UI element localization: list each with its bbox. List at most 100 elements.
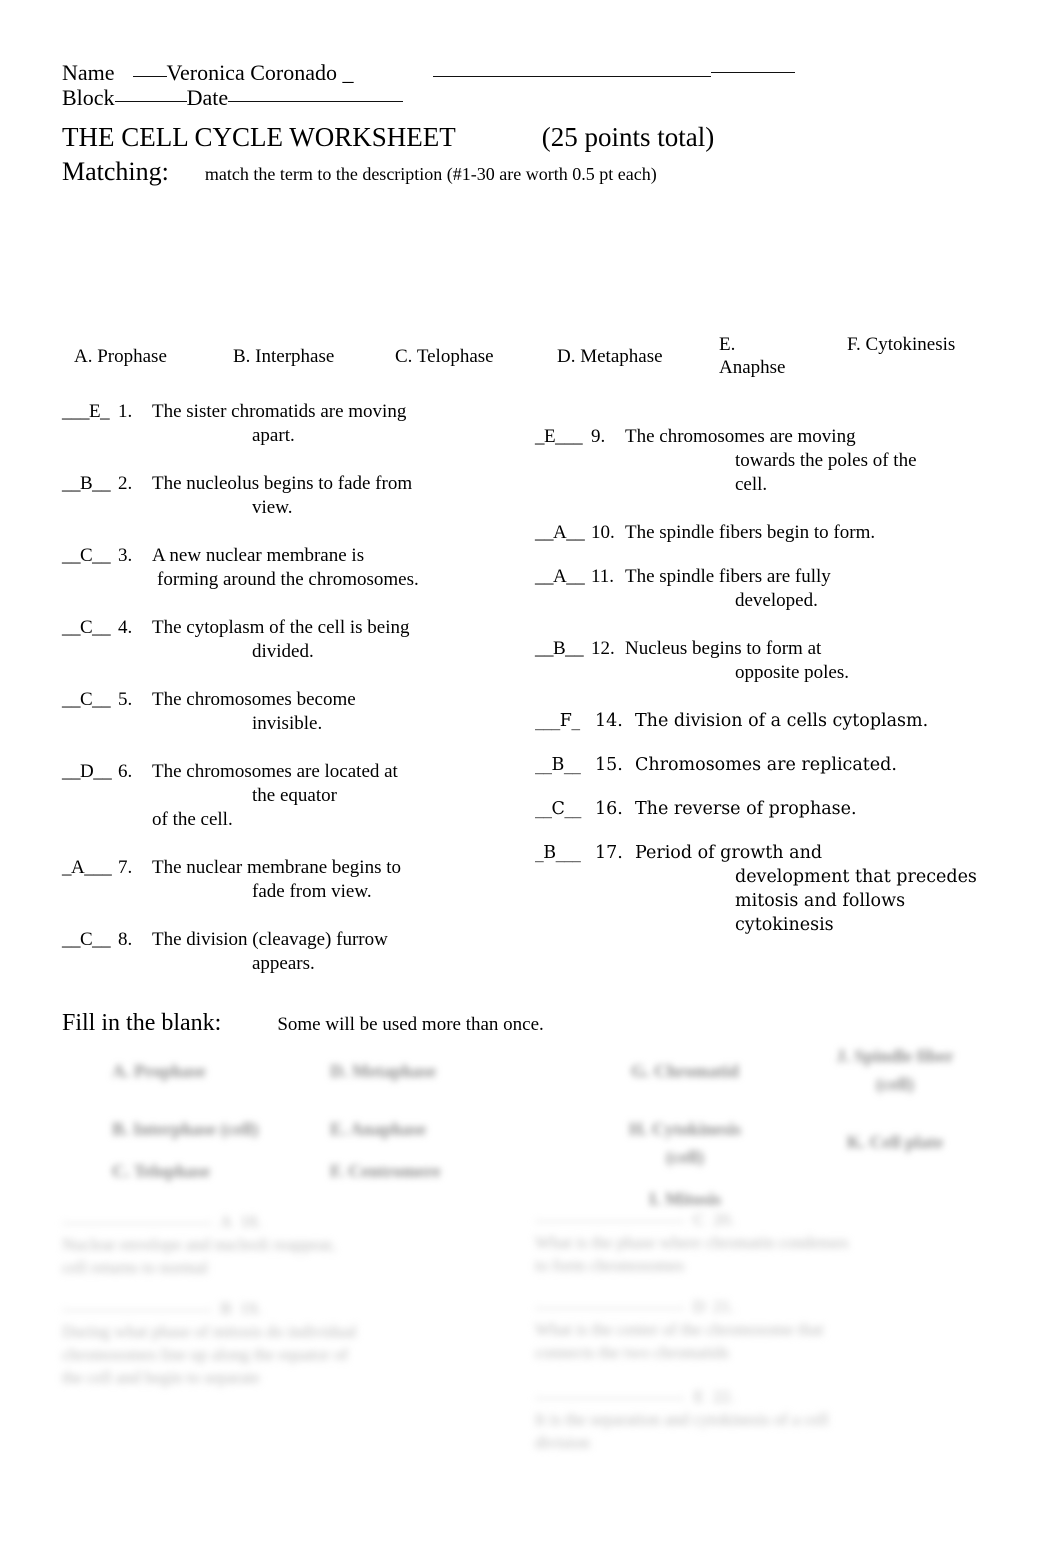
- item-text: The spindle fibers are fully: [625, 566, 831, 587]
- item-text-cont: cell.: [735, 474, 768, 495]
- item-text-cont: invisible.: [252, 713, 323, 734]
- fill-in-blank-answer[interactable]: D: [685, 1295, 713, 1318]
- item-text: The sister chromatids are moving: [152, 401, 407, 422]
- item-text-cont: apart.: [252, 425, 295, 446]
- item-number: 19.: [240, 1299, 262, 1318]
- name-blank-short[interactable]: [711, 72, 796, 73]
- matching-item-line: ___E_ 1. The sister chromatids are moving: [62, 400, 502, 424]
- item-text: During what phase of mitosis do individu…: [62, 1322, 357, 1387]
- fill-in-blank-answer[interactable]: B: [212, 1297, 240, 1320]
- item-number: 4.: [118, 617, 133, 638]
- answer-blank[interactable]: __D__: [62, 760, 118, 784]
- name-label: Name: [62, 60, 115, 85]
- item-number: 7.: [118, 857, 133, 878]
- item-number: 3.: [118, 545, 133, 566]
- name-blank-long[interactable]: [433, 76, 712, 77]
- item-text-cont: opposite poles.: [735, 662, 849, 683]
- matching-item-line: __C__ 4. The cytoplasm of the cell is bein…: [62, 616, 502, 640]
- date-blank[interactable]: [228, 101, 404, 102]
- answer-blank[interactable]: _B___: [535, 841, 595, 865]
- word-bank-column-2: D. Metaphase E. Anaphase F. Centromere: [330, 1057, 530, 1185]
- answer-blank[interactable]: _E___: [535, 425, 591, 449]
- item-number: 11.: [591, 566, 615, 587]
- name-value[interactable]: Veronica Coronado: [167, 60, 337, 85]
- word-bank-entry: B. Interphase (cell): [112, 1119, 259, 1139]
- matching-option-e: E. Anaphse: [719, 334, 786, 378]
- item-text: The reverse of prophase.: [635, 799, 857, 819]
- answer-blank[interactable]: ___F_: [535, 709, 595, 733]
- item-text: The cytoplasm of the cell is being: [152, 617, 410, 638]
- answer-blank[interactable]: ___E_: [62, 400, 118, 424]
- answer-blank[interactable]: __C__: [62, 544, 118, 568]
- matching-label: Matching:: [62, 157, 169, 186]
- matching-item: __B__ 12. Nucleus begins to form at opposi…: [535, 637, 985, 685]
- answer-blank[interactable]: __C__: [62, 616, 118, 640]
- fill-in-blank-answer-line[interactable]: [62, 1223, 212, 1224]
- fill-in-blank-answer[interactable]: A: [212, 1210, 240, 1233]
- fill-in-blank-answer-line[interactable]: [535, 1221, 685, 1222]
- answer-blank[interactable]: __A__: [535, 565, 591, 589]
- word-bank-entry-cont: (cell): [876, 1074, 914, 1094]
- answer-blank[interactable]: __B__: [535, 637, 591, 661]
- item-number: 1.: [118, 401, 133, 422]
- item-text: Period of growth and: [635, 843, 823, 863]
- matching-item: _B___ 17. Period of growth and development…: [535, 841, 985, 937]
- item-number: 6.: [118, 761, 133, 782]
- answer-blank[interactable]: __B__: [535, 753, 595, 777]
- page-title: THE CELL CYCLE WORKSHEET: [62, 122, 456, 152]
- matching-item-line: ___F_ 14. The division of a cells cytoplas…: [535, 709, 985, 733]
- word-bank-column-1: A. Prophase B. Interphase (cell) C. Telo…: [112, 1057, 292, 1185]
- fill-in-blank-answer-line[interactable]: [535, 1398, 685, 1399]
- matching-option-f: F. Cytokinesis: [847, 334, 956, 355]
- matching-item: __C__ 8. The division (cleavage) furrow ap…: [62, 928, 502, 976]
- answer-blank[interactable]: _A___: [62, 856, 118, 880]
- fill-in-blank-heading-row: Fill in the blank: Some will be used more…: [62, 1010, 544, 1037]
- item-text-cont: development that precedes: [735, 867, 977, 887]
- matching-item: __A__ 11. The spindle fibers are fully dev…: [535, 565, 985, 613]
- matching-item-line: __A__ 10. The spindle fibers begin to form…: [535, 521, 985, 545]
- answer-blank[interactable]: __C__: [535, 797, 595, 821]
- item-number: 17.: [595, 843, 623, 863]
- matching-item-line: __C__ 5. The chromosomes become: [62, 688, 502, 712]
- matching-item: __C__ 3. A new nuclear membrane is forming…: [62, 544, 502, 592]
- name-prefix-rule: [132, 76, 167, 77]
- matching-item: _E___ 9. The chromosomes are moving toward…: [535, 425, 985, 497]
- item-text-cont: appears.: [252, 953, 315, 974]
- matching-item-line: _A___ 7. The nuclear membrane begins to: [62, 856, 502, 880]
- fill-in-blank-item: D 21. What is the center of the chromosome…: [535, 1295, 1000, 1364]
- item-text: A new nuclear membrane is: [152, 545, 365, 566]
- answer-blank[interactable]: __C__: [62, 688, 118, 712]
- word-bank-entry-cont: (cell): [666, 1147, 704, 1167]
- fill-in-blank-answer[interactable]: C: [685, 1208, 713, 1231]
- fill-in-blank-answer-line[interactable]: [62, 1310, 212, 1311]
- item-text: What is the center of the chromosome tha…: [535, 1320, 824, 1362]
- matching-item-line: __A__ 11. The spindle fibers are fully: [535, 565, 985, 589]
- block-blank[interactable]: [114, 101, 187, 102]
- item-text: What is the phase where chromatin conden…: [535, 1233, 849, 1275]
- fill-in-blank-item: C 20. What is the phase where chromatin co…: [535, 1208, 1000, 1277]
- matching-heading-row: Matching: match the term to the descripti…: [62, 158, 1022, 186]
- item-number: 18.: [240, 1212, 262, 1231]
- matching-option-c: C. Telophase: [395, 346, 494, 367]
- item-text-cont: forming around the chromosomes.: [157, 569, 419, 590]
- word-bank-entry: H. Cytokinesis: [628, 1119, 742, 1139]
- matching-column-left: ___E_ 1. The sister chromatids are moving …: [62, 400, 502, 1000]
- word-bank-entry: E. Anaphase: [330, 1119, 427, 1139]
- word-bank-entry: J. Spindle fiber: [836, 1046, 954, 1066]
- answer-blank[interactable]: __B__: [62, 472, 118, 496]
- item-text: The chromosomes are moving: [625, 426, 856, 447]
- item-text: The chromosomes become: [152, 689, 356, 710]
- fill-in-blank-answer[interactable]: E: [685, 1385, 713, 1408]
- fill-in-blank-answer-line[interactable]: [535, 1308, 685, 1309]
- matching-item-line: __B__ 12. Nucleus begins to form at: [535, 637, 985, 661]
- matching-item: ___F_ 14. The division of a cells cytoplas…: [535, 709, 985, 733]
- worksheet-page: Name Veronica Coronado _ Block Date THE CE…: [0, 0, 1062, 1561]
- item-text-cont: of the cell.: [152, 809, 233, 830]
- item-number: 14.: [595, 711, 623, 731]
- item-text-cont: towards the poles of the: [735, 450, 917, 471]
- item-text: The division of a cells cytoplasm.: [635, 711, 929, 731]
- answer-blank[interactable]: __A__: [535, 521, 591, 545]
- matching-item-line: __C__ 8. The division (cleavage) furrow: [62, 928, 502, 952]
- matching-item-line: __C__ 3. A new nuclear membrane is: [62, 544, 502, 568]
- answer-blank[interactable]: __C__: [62, 928, 118, 952]
